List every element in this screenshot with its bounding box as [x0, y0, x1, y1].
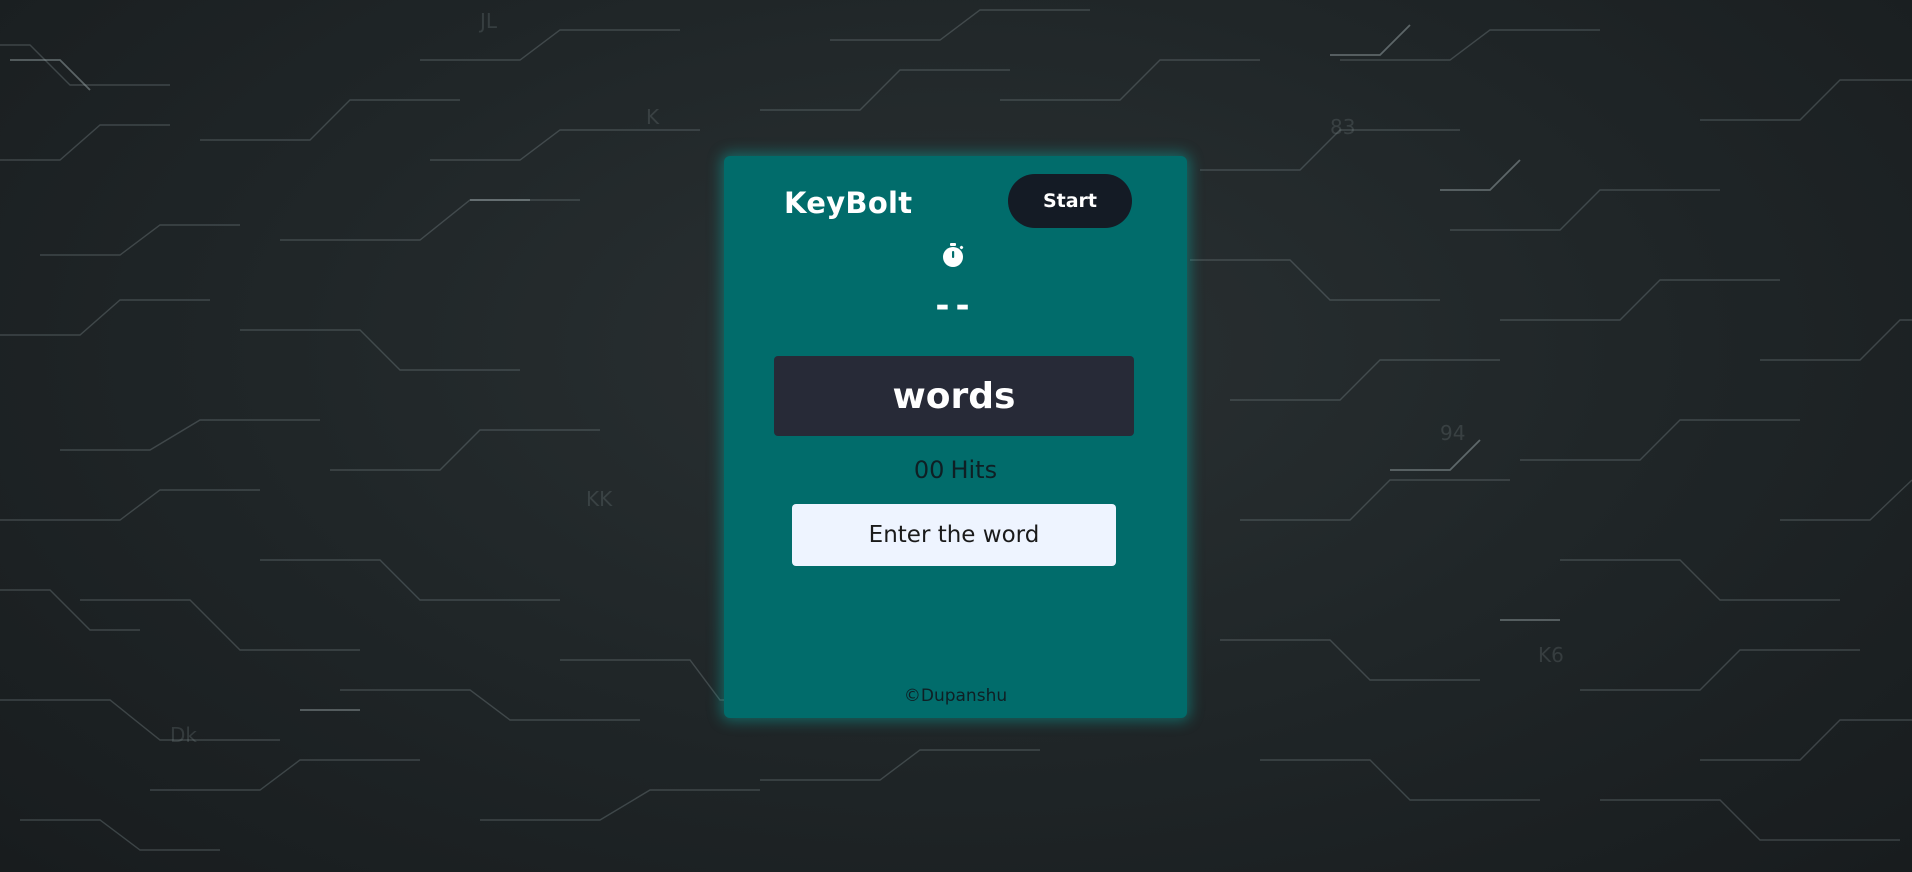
timer-value: -- [935, 286, 976, 326]
hits-label: Hits [950, 456, 998, 484]
svg-text:83: 83 [1330, 115, 1355, 139]
hits-count: 00 [913, 456, 945, 484]
svg-text:K6: K6 [1538, 643, 1564, 667]
svg-text:KK: KK [586, 487, 613, 511]
game-card: KeyBolt Start -- words 00Hits ©Dupanshu [724, 156, 1187, 718]
stopwatch-icon [943, 243, 964, 267]
word-input[interactable] [792, 504, 1116, 566]
svg-text:94: 94 [1440, 421, 1465, 445]
current-word: words [892, 375, 1016, 417]
svg-text:K: K [646, 105, 660, 129]
app-title: KeyBolt [784, 186, 913, 220]
svg-text:Dk: Dk [170, 723, 197, 747]
start-button[interactable]: Start [1008, 174, 1132, 228]
copyright-footer: ©Dupanshu [903, 686, 1008, 706]
current-word-display: words [774, 356, 1134, 436]
svg-text:JL: JL [478, 9, 498, 33]
hits-counter: 00 Hits [724, 456, 1187, 484]
